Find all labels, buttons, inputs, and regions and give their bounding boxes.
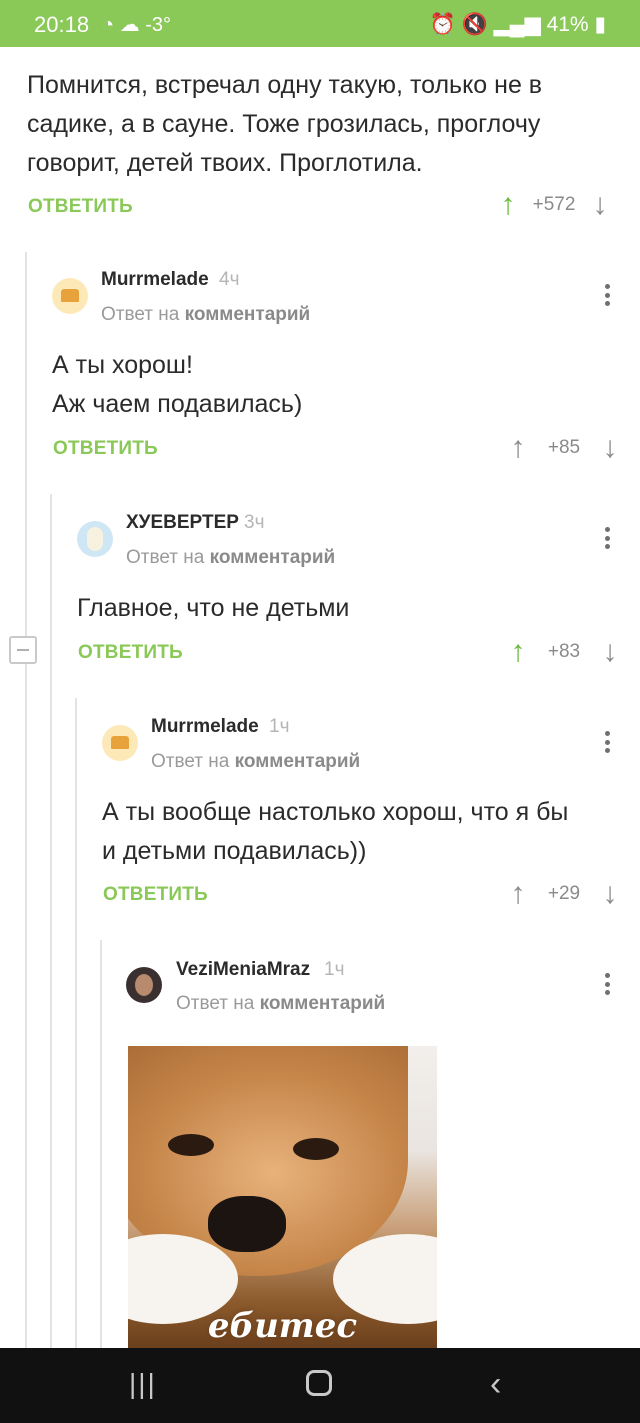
reply-to-line: Ответ на комментарий [176, 993, 385, 1015]
weather-icon: ☁ [119, 14, 140, 36]
reply-to-line: Ответ на комментарий [126, 547, 335, 569]
reply-to-link[interactable]: комментарий [185, 304, 311, 325]
status-right: ⏰ 🔇 ▂▄▆ 41% ▮ [430, 12, 606, 37]
comment-author[interactable]: VeziMeniaMraz [176, 959, 310, 981]
comment-text: Главное, что не детьми [77, 589, 349, 628]
comment-time: 4ч [219, 269, 240, 290]
collapse-icon[interactable] [9, 636, 37, 664]
status-left-icons: ◔ ☁ -3° [102, 12, 171, 37]
comment-text-line: А ты хорош! [52, 351, 193, 379]
more-vertical-icon[interactable] [604, 284, 610, 308]
post-text-line: Помнится, встречал одну такую, только не… [27, 71, 543, 99]
avatar[interactable] [102, 725, 138, 761]
status-temperature: -3° [145, 14, 171, 36]
comment-author[interactable]: Murrmelade [101, 269, 209, 291]
comment-text-line: Главное, что не детьми [77, 594, 350, 622]
reply-to-prefix: Ответ на [151, 751, 230, 772]
arrow-down-icon[interactable]: ↓ [597, 879, 623, 909]
reply-button[interactable]: ОТВЕТИТЬ [103, 884, 208, 906]
comment-time: 1ч [269, 716, 290, 737]
arrow-down-icon[interactable]: ↓ [587, 190, 613, 220]
comment-text-line: Аж чаем подавилась) [52, 390, 303, 418]
arrow-up-icon[interactable]: ↑ [495, 190, 521, 220]
comment-score: +85 [547, 437, 581, 458]
post-text-line: говорит, детей твоих. Проглотила. [27, 149, 423, 177]
thread-line[interactable] [75, 698, 77, 1348]
post-vote: ↑ +572 ↓ [495, 190, 613, 220]
reply-to-prefix: Ответ на [126, 547, 205, 568]
reply-to-prefix: Ответ на [176, 993, 255, 1014]
post-text: Помнится, встречал одну такую, только не… [27, 66, 542, 183]
post-score: +572 [532, 194, 576, 215]
thread-line[interactable] [25, 252, 27, 1348]
more-vertical-icon[interactable] [604, 973, 610, 997]
back-icon[interactable]: ‹ [490, 1367, 501, 1401]
comment-vote: ↑ +83 ↓ [505, 637, 623, 667]
more-vertical-icon[interactable] [604, 527, 610, 551]
reply-to-link[interactable]: комментарий [210, 547, 336, 568]
post-text-line: садике, а в сауне. Тоже грозилась, прогл… [27, 110, 541, 138]
comment-vote: ↑ +29 ↓ [505, 879, 623, 909]
comment-author[interactable]: Murrmelade [151, 716, 259, 738]
reply-button[interactable]: ОТВЕТИТЬ [78, 642, 183, 664]
reply-to-link[interactable]: комментарий [235, 751, 361, 772]
reply-to-link[interactable]: комментарий [260, 993, 386, 1014]
battery-level: 41% [546, 13, 589, 36]
comment-time: 1ч [324, 959, 345, 980]
mute-icon: 🔇 [461, 13, 488, 36]
comment-text-line: и детьми подавилась)) [102, 837, 367, 865]
reply-to-line: Ответ на комментарий [151, 751, 360, 773]
comment-score: +83 [547, 641, 581, 662]
image-caption: ебитес [207, 1306, 358, 1346]
arrow-up-icon[interactable]: ↑ [505, 637, 531, 667]
alarm-icon: ⏰ [429, 13, 456, 36]
status-time: 20:18 [34, 12, 90, 37]
sync-icon: ◔ [102, 14, 115, 36]
avatar[interactable] [77, 521, 113, 557]
arrow-down-icon[interactable]: ↓ [597, 433, 623, 463]
comment-text: А ты вообще настолько хорош, что я бы и … [102, 793, 568, 871]
comment-text-line: А ты вообще настолько хорош, что я бы [102, 798, 569, 826]
thread-line[interactable] [100, 940, 102, 1348]
navigation-bar: ||| ‹ [0, 1348, 640, 1423]
avatar[interactable] [52, 278, 88, 314]
comment-vote: ↑ +85 ↓ [505, 433, 623, 463]
reply-to-line: Ответ на комментарий [101, 304, 310, 326]
post-reply-button[interactable]: ОТВЕТИТЬ [28, 196, 133, 218]
battery-icon: ▮ [594, 13, 606, 36]
comment-time: 3ч [244, 512, 265, 533]
more-vertical-icon[interactable] [604, 731, 610, 755]
comment-author[interactable]: ХУЕВЕРТЕР [126, 512, 239, 534]
comment-score: +29 [547, 883, 581, 904]
comment-image[interactable]: ебитес [128, 1046, 437, 1348]
avatar[interactable] [126, 967, 162, 1003]
status-bar: 20:18 ◔ ☁ -3° ⏰ 🔇 ▂▄▆ 41% ▮ [0, 0, 640, 47]
signal-icon: ▂▄▆ [493, 13, 541, 36]
reply-to-prefix: Ответ на [101, 304, 180, 325]
reply-button[interactable]: ОТВЕТИТЬ [53, 438, 158, 460]
recents-icon[interactable]: ||| [129, 1368, 157, 1400]
thread-line[interactable] [50, 494, 52, 1348]
arrow-up-icon[interactable]: ↑ [505, 879, 531, 909]
home-icon[interactable] [306, 1370, 332, 1396]
comment-text: А ты хорош! Аж чаем подавилась) [52, 346, 302, 424]
arrow-down-icon[interactable]: ↓ [597, 637, 623, 667]
arrow-up-icon[interactable]: ↑ [505, 433, 531, 463]
